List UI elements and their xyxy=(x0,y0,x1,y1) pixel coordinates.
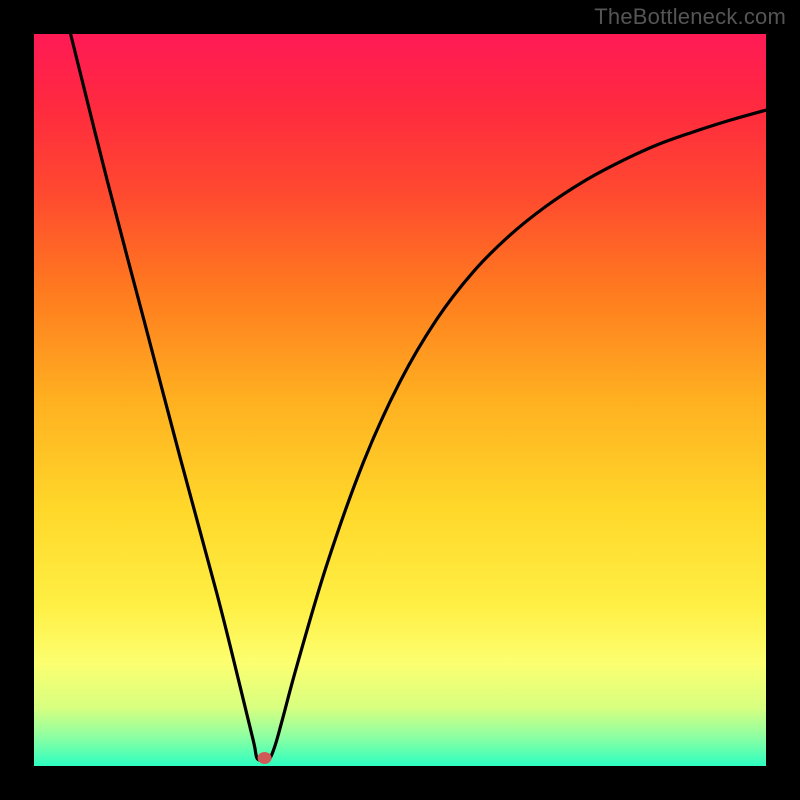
watermark-text: TheBottleneck.com xyxy=(594,4,786,30)
plot-area xyxy=(34,34,766,766)
plot-svg xyxy=(34,34,766,766)
chart-container: TheBottleneck.com xyxy=(0,0,800,800)
optimum-marker xyxy=(258,752,272,764)
